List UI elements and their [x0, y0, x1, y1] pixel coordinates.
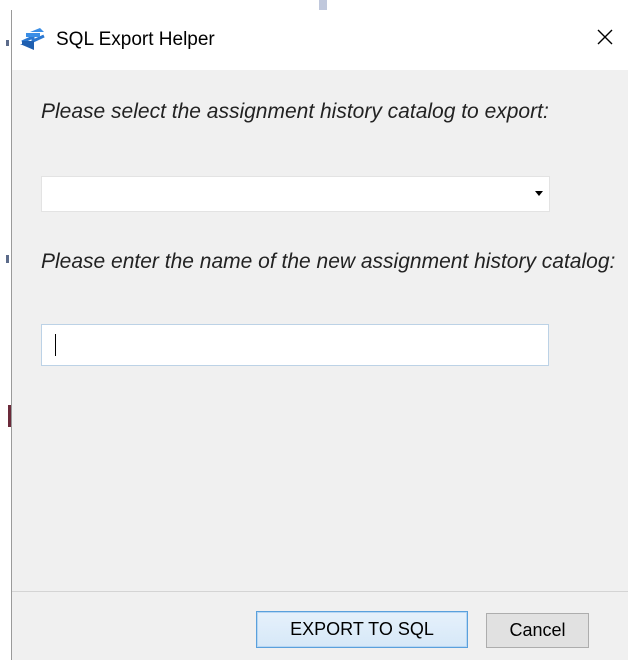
background-window-edge: [6, 40, 9, 46]
background-window-edge: [6, 255, 9, 263]
sql-export-icon: [20, 28, 46, 50]
new-catalog-name-label: Please enter the name of the new assignm…: [41, 250, 616, 273]
export-to-sql-button[interactable]: EXPORT TO SQL: [256, 611, 468, 648]
new-catalog-name-input[interactable]: [41, 324, 549, 366]
close-icon: [596, 28, 614, 51]
catalog-dropdown[interactable]: [41, 176, 550, 212]
footer-divider: [12, 591, 628, 592]
sql-export-dialog: SQL Export Helper Please select the assi…: [11, 10, 628, 660]
close-button[interactable]: [582, 18, 628, 60]
text-caret: [55, 334, 56, 356]
catalog-select-label: Please select the assignment history cat…: [41, 100, 549, 123]
chevron-down-icon: [535, 191, 543, 196]
cancel-button[interactable]: Cancel: [486, 613, 589, 648]
dialog-title: SQL Export Helper: [56, 29, 215, 50]
background-window-edge: [319, 0, 327, 10]
title-bar[interactable]: SQL Export Helper: [12, 10, 628, 70]
